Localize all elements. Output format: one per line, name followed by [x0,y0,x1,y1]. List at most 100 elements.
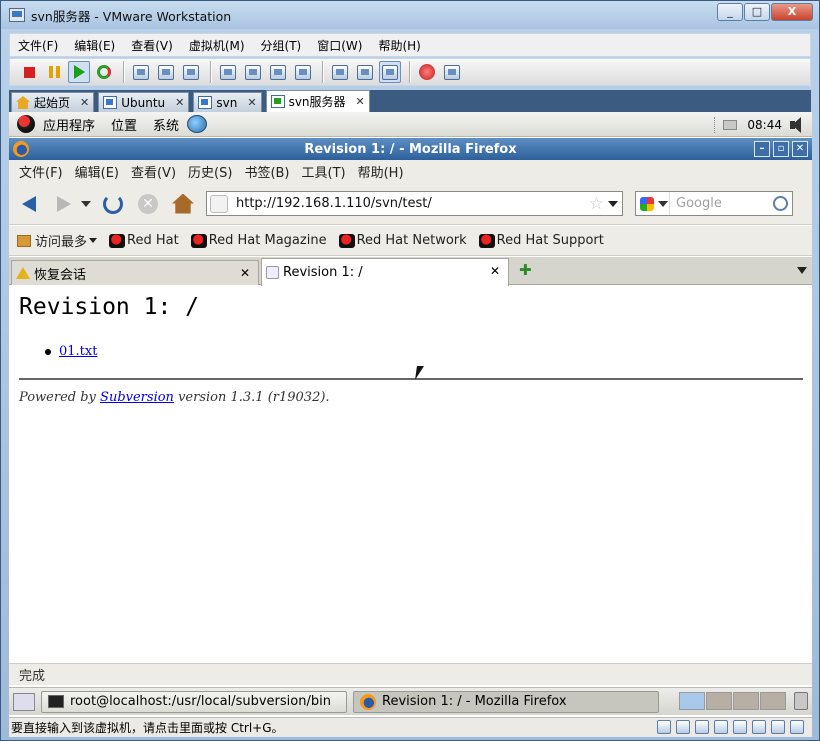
browser-launcher-icon[interactable] [187,115,208,133]
maximize-button[interactable]: □ [744,3,770,21]
volume-icon[interactable] [788,116,808,134]
network-icon[interactable] [714,720,728,734]
power-off-button[interactable] [18,61,40,83]
vm-menu-vm[interactable]: 虚拟机(M) [181,37,253,54]
vm-menu-file[interactable]: 文件(F) [10,37,66,54]
summary-view-button[interactable] [292,61,314,83]
clock[interactable]: 08:44 [747,118,782,132]
minimize-button[interactable]: _ [717,3,743,21]
close-icon[interactable]: ✕ [175,96,184,109]
new-tab-icon[interactable]: ✚ [519,261,532,279]
snapshot-manager-button[interactable] [180,61,202,83]
vm-menu-view[interactable]: 查看(V) [123,37,181,54]
vm-running-icon [270,95,285,108]
ff-menu-tools[interactable]: 工具(T) [296,162,352,181]
close-icon[interactable]: ✕ [247,96,256,109]
ff-menu-file[interactable]: 文件(F) [13,162,69,181]
sidebar-toggle-button[interactable] [217,61,239,83]
workspace-3[interactable] [733,692,759,710]
bookmark-red-hat-magazine[interactable]: Red Hat Magazine [190,233,327,248]
gnome-menu-applications[interactable]: 应用程序 [43,115,95,134]
quick-switch-button[interactable] [267,61,289,83]
search-input[interactable]: Google [676,196,722,211]
printer-icon[interactable] [771,720,785,734]
chevron-down-icon [81,200,91,207]
stop-button[interactable]: ✕ [133,189,163,219]
maximize-button[interactable]: ▫ [773,141,789,157]
bookmark-most-visited[interactable]: 访问最多 [17,231,98,250]
tab-svn-server[interactable]: svn服务器 ✕ [265,90,370,112]
close-button[interactable]: X [771,3,813,21]
vm-menu-window[interactable]: 窗口(W) [309,37,370,54]
file-link[interactable]: 01.txt [59,344,97,359]
bookmark-red-hat-network[interactable]: Red Hat Network [338,233,467,248]
bookmark-red-hat[interactable]: Red Hat [109,233,179,248]
redhat-logo-icon[interactable] [17,115,35,133]
snapshot-take-button[interactable] [130,61,152,83]
back-button[interactable] [14,189,44,219]
power-on-button[interactable] [68,61,90,83]
console-view-button[interactable] [329,61,351,83]
workspace-2[interactable] [706,692,732,710]
close-button[interactable]: ✕ [792,141,808,157]
snapshot-revert-button[interactable] [155,61,177,83]
ff-menu-view[interactable]: 查看(V) [125,162,182,181]
notification-icon[interactable] [723,119,738,130]
close-icon[interactable]: ✕ [80,96,89,109]
search-engine-selector[interactable] [636,192,670,215]
usb-icon[interactable] [733,720,747,734]
tab-ubuntu[interactable]: Ubuntu ✕ [98,92,190,112]
close-icon[interactable]: ✕ [356,95,365,108]
ff-menu-history[interactable]: 历史(S) [182,162,238,181]
search-icon[interactable] [773,196,788,211]
gnome-menu-system[interactable]: 系统 [153,115,179,134]
appliance-view-button[interactable] [354,61,376,83]
gnome-menu-places[interactable]: 位置 [111,115,137,134]
search-box[interactable]: Google [635,191,793,216]
minimize-button[interactable]: – [754,141,770,157]
replay-button[interactable] [441,61,463,83]
close-icon[interactable]: ✕ [490,264,500,278]
taskbar-terminal[interactable]: root@localhost:/usr/local/subversion/bin [41,690,347,713]
trash-icon[interactable] [794,692,808,710]
tab-list-dropdown-icon[interactable] [797,267,807,274]
chevron-down-icon [89,238,98,243]
workspace-4[interactable] [760,692,786,710]
forward-button[interactable] [49,189,79,219]
taskbar-firefox[interactable]: Revision 1: / - Mozilla Firefox [353,690,659,713]
home-button[interactable] [168,189,198,219]
vm-menu-team[interactable]: 分组(T) [253,37,310,54]
sound-icon[interactable] [752,720,766,734]
bookmark-red-hat-support[interactable]: Red Hat Support [478,233,604,248]
history-dropdown-button[interactable] [79,189,93,219]
guest-screen[interactable]: 应用程序 位置 系统 08:44 Revision 1: / - Mozilla… [9,112,812,717]
url-bar[interactable]: http://192.168.1.110/svn/test/ ☆ [206,191,623,216]
url-text[interactable]: http://192.168.1.110/svn/test/ [236,196,432,211]
vm-menu-edit[interactable]: 编辑(E) [66,37,123,54]
ff-menu-help[interactable]: 帮助(H) [352,162,410,181]
cdrom-icon[interactable] [657,720,671,734]
workspace-1[interactable] [679,692,705,710]
fullscreen-button[interactable] [242,61,264,83]
site-identity-icon[interactable] [210,194,228,213]
tab-revision[interactable]: Revision 1: / ✕ [261,258,509,286]
show-desktop-icon[interactable] [13,692,35,711]
close-icon[interactable]: ✕ [240,266,250,280]
suspend-button[interactable] [43,61,65,83]
tab-svn[interactable]: svn ✕ [193,92,262,112]
tab-home[interactable]: 起始页 ✕ [11,92,95,112]
floppy-icon[interactable] [695,720,709,734]
record-button[interactable] [416,61,438,83]
hard-disk-icon[interactable] [676,720,690,734]
message-log-icon[interactable] [790,720,804,734]
reset-button[interactable] [93,61,115,83]
bookmark-star-icon[interactable]: ☆ [589,194,604,214]
tab-restore-session[interactable]: 恢复会话 ✕ [11,260,259,285]
vm-menu-help[interactable]: 帮助(H) [370,37,428,54]
vm-view-button[interactable] [379,61,401,83]
url-history-dropdown-icon[interactable] [608,201,618,207]
subversion-link[interactable]: Subversion [100,390,174,405]
ff-menu-bookmarks[interactable]: 书签(B) [238,162,295,181]
reload-button[interactable] [98,189,128,219]
ff-menu-edit[interactable]: 编辑(E) [69,162,125,181]
